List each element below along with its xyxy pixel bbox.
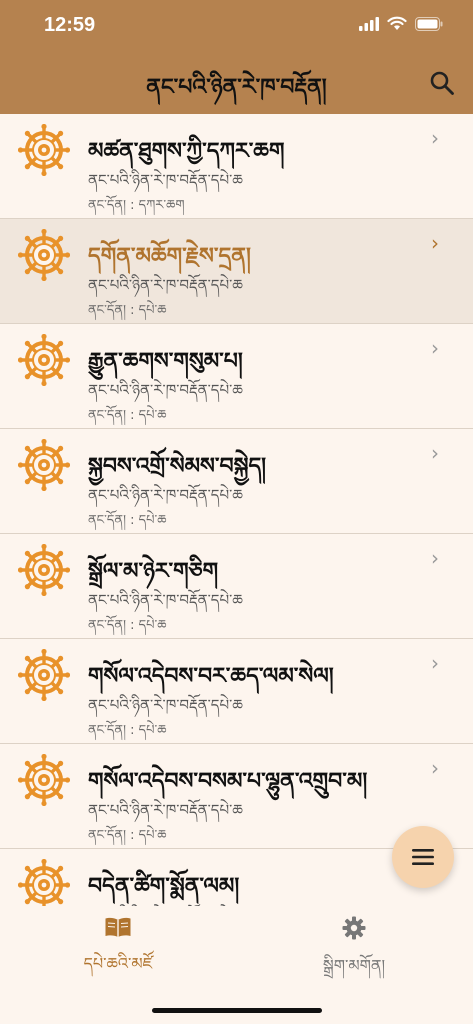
list-item[interactable]: རྒྱུན་ཆགས་གསུམ་པ། ནང་པའི་ཉིན་རེ་ཁ་བརྡོན་… bbox=[0, 324, 473, 429]
chevron-right-icon: › bbox=[431, 231, 439, 255]
signal-icon bbox=[359, 16, 379, 31]
chevron-right-icon: › bbox=[431, 651, 439, 675]
list-item[interactable]: སྒྲོལ་མ་ཉེར་གཅིག ནང་པའི་ཉིན་རེ་ཁ་བརྡོན་ད… bbox=[0, 534, 473, 639]
wifi-icon bbox=[387, 16, 407, 30]
book-icon bbox=[105, 917, 131, 937]
tab-home-label: དཔེ་ཆའི་མཛོ bbox=[83, 954, 153, 973]
tab-home[interactable]: དཔེ་ཆའི་མཛོ bbox=[48, 916, 188, 991]
tab-bar: དཔེ་ཆའི་མཛོ སྒྲིག་མགོན། bbox=[0, 906, 473, 1024]
dharma-wheel-icon bbox=[18, 754, 70, 806]
dharma-wheel-icon bbox=[18, 439, 70, 491]
list-item[interactable]: གསོལ་འདེབས་བར་ཆད་ལམ་སེལ། ནང་པའི་ཉིན་རེ་ཁ… bbox=[0, 639, 473, 744]
menu-icon bbox=[412, 849, 434, 865]
prayer-list: མཚན་ཐུགས་ཀྱི་དཀར་ཆག ནང་པའི་ཉིན་རེ་ཁ་བརྡོ… bbox=[0, 114, 473, 906]
dharma-wheel-icon bbox=[18, 544, 70, 596]
status-icons bbox=[359, 16, 443, 31]
chevron-right-icon: › bbox=[431, 756, 439, 780]
status-time: 12:59 bbox=[44, 14, 96, 36]
menu-fab-button[interactable] bbox=[392, 826, 454, 888]
home-indicator bbox=[152, 1008, 322, 1013]
chevron-right-icon: › bbox=[431, 546, 439, 570]
search-icon[interactable] bbox=[429, 70, 455, 96]
gear-icon bbox=[342, 916, 366, 940]
list-item[interactable]: སྐྱབས་འགྲོ་སེམས་བསྐྱེད། ནང་པའི་ཉིན་རེ་ཁ་… bbox=[0, 429, 473, 534]
list-item-subtitle: ནང་པའི་ཉིན་རེ་ཁ་བརྡོན་དཔེ་ཆ bbox=[88, 899, 243, 906]
dharma-wheel-icon bbox=[18, 649, 70, 701]
tab-settings[interactable]: སྒྲིག་མགོན། bbox=[284, 916, 424, 993]
tab-settings-label: སྒྲིག་མགོན། bbox=[322, 956, 386, 975]
dharma-wheel-icon bbox=[18, 334, 70, 386]
chevron-right-icon: › bbox=[431, 336, 439, 360]
chevron-right-icon: › bbox=[431, 126, 439, 150]
dharma-wheel-icon bbox=[18, 859, 70, 906]
dharma-wheel-icon bbox=[18, 229, 70, 281]
list-item[interactable]: མཚན་ཐུགས་ཀྱི་དཀར་ཆག ནང་པའི་ཉིན་རེ་ཁ་བརྡོ… bbox=[0, 114, 473, 219]
list-item[interactable]: དགོན་མཆོག་རྗེས་དྲན། ནང་པའི་ཉིན་རེ་ཁ་བརྡོ… bbox=[0, 219, 473, 324]
dharma-wheel-icon bbox=[18, 124, 70, 176]
chevron-right-icon: › bbox=[431, 441, 439, 465]
app-header: 12:59 ནང་པའི་ཉིན་རེ་ཁ་བརྡོན། bbox=[0, 0, 473, 114]
battery-icon bbox=[415, 16, 443, 31]
